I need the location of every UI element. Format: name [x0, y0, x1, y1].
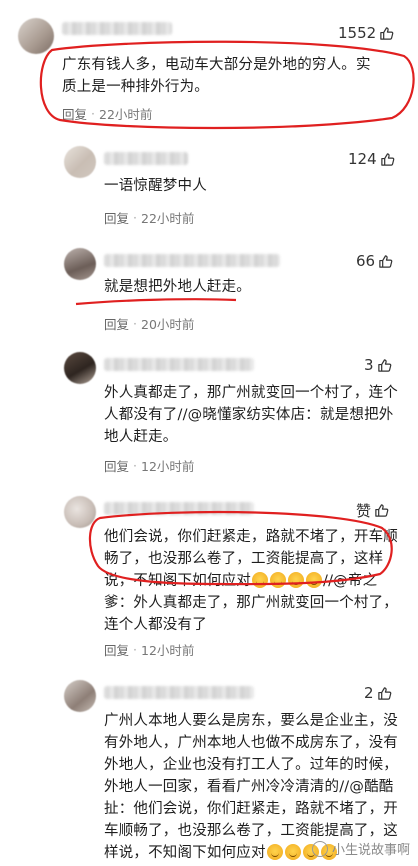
- comment-text: 外人真都走了，那广州就变回一个村了，连个人都没有了//@晓懂家纺实体店：就是想把…: [104, 385, 398, 445]
- timestamp: 20小时前: [141, 317, 195, 332]
- emoji-icon: [284, 844, 301, 860]
- thumbs-up-icon: [379, 254, 393, 268]
- timestamp: 12小时前: [141, 459, 195, 474]
- emoji-icon: [270, 572, 286, 588]
- reply-button[interactable]: 回复: [104, 208, 129, 227]
- like-count[interactable]: 赞: [356, 500, 389, 521]
- comment-meta: 回复 · 12小时前: [104, 640, 195, 659]
- emoji-icon: [252, 572, 268, 588]
- reply-button[interactable]: 回复: [104, 640, 129, 659]
- username-blurred[interactable]: [104, 152, 188, 165]
- comment-meta: 回复 · 20小时前: [104, 314, 195, 333]
- comment-meta: 回复 · 12小时前: [104, 456, 195, 475]
- comment-text: 广东有钱人多，电动车大部分是外地的穷人。实质上是一种排外行为。: [62, 57, 371, 95]
- avatar[interactable]: [64, 352, 96, 384]
- like-count[interactable]: 3: [364, 356, 392, 374]
- username-blurred[interactable]: [104, 502, 254, 515]
- like-count[interactable]: 2: [364, 684, 392, 702]
- username-blurred[interactable]: [104, 686, 254, 699]
- reply-button[interactable]: 回复: [62, 104, 87, 123]
- watermark: 小生说故事啊: [311, 839, 410, 858]
- thumbs-up-icon: [380, 152, 394, 166]
- avatar[interactable]: [64, 248, 96, 280]
- username-blurred[interactable]: [104, 358, 254, 371]
- emoji-icon: [288, 572, 304, 588]
- like-count[interactable]: 66: [356, 252, 393, 270]
- timestamp: 22小时前: [141, 211, 195, 226]
- thumbs-up-icon: [377, 358, 391, 372]
- like-count[interactable]: 124: [348, 150, 395, 168]
- like-count[interactable]: 1552: [338, 24, 394, 42]
- avatar[interactable]: [64, 146, 96, 178]
- watermark-logo-icon: [311, 840, 328, 857]
- avatar[interactable]: [18, 18, 54, 54]
- emoji-icon: [306, 572, 322, 588]
- avatar[interactable]: [64, 496, 96, 528]
- reply-button[interactable]: 回复: [104, 314, 129, 333]
- comment-text: 就是想把外地人赶走。: [104, 279, 251, 295]
- avatar[interactable]: [64, 680, 96, 712]
- comment-meta: 回复 · 22小时前: [104, 208, 195, 227]
- thumbs-up-icon: [375, 504, 389, 517]
- thumbs-up-icon: [380, 26, 394, 40]
- username-blurred[interactable]: [104, 254, 280, 267]
- comment-text: 他们会说，你们赶紧走，路就不堵了，开车顺畅了，也没那么卷了，工资能提高了，这样说…: [104, 529, 398, 633]
- timestamp: 22小时前: [99, 107, 153, 122]
- comment-text: 一语惊醒梦中人: [104, 178, 207, 194]
- thumbs-up-icon: [377, 686, 391, 700]
- emoji-icon: [266, 844, 283, 860]
- username-blurred[interactable]: [62, 22, 172, 35]
- reply-button[interactable]: 回复: [104, 456, 129, 475]
- timestamp: 12小时前: [141, 643, 195, 658]
- comment-meta: 回复 · 22小时前: [62, 104, 153, 123]
